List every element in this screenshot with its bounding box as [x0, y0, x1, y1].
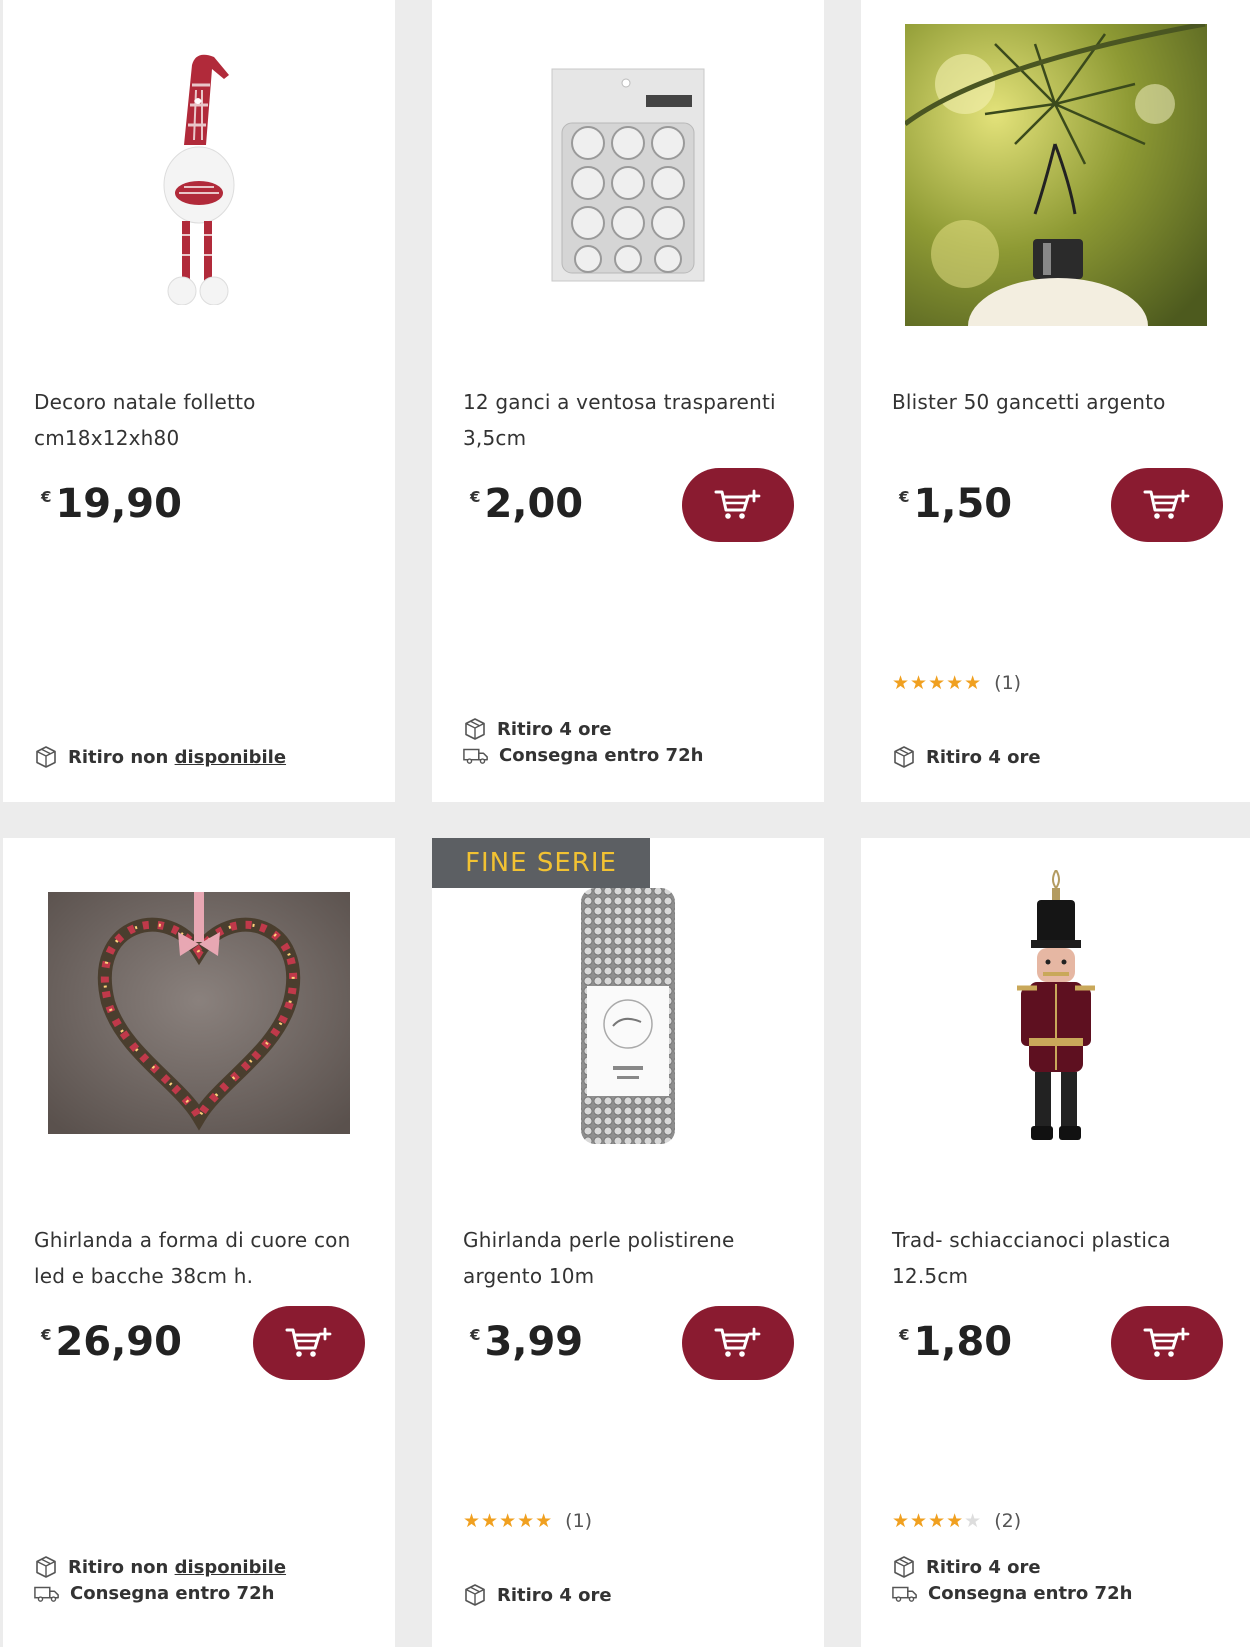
product-image-bead-garland[interactable] [432, 886, 824, 1146]
product-price: € 19,90 [41, 480, 182, 528]
star-rating-icons: ★★★★★ [892, 672, 983, 694]
pickup-status: Ritiro 4 ore [463, 717, 612, 741]
price-value: 19,90 [55, 481, 182, 527]
currency-symbol: € [470, 1326, 481, 1344]
pickup-status: Ritiro non disponibile [34, 1555, 286, 1579]
star-rating-icons: ★★★★★ [463, 1510, 554, 1532]
product-image-gnome[interactable] [3, 20, 395, 330]
add-to-cart-button[interactable] [682, 1306, 794, 1380]
price-value: 1,50 [913, 481, 1013, 527]
product-price: € 1,50 [899, 480, 1012, 528]
delivery-status: Consegna entro 72h [892, 1583, 1132, 1604]
cart-plus-icon [1143, 1326, 1191, 1360]
product-name[interactable]: Trad- schiaccianoci plastica 12.5cm [892, 1222, 1232, 1294]
star-rating-icons: ★★★★★ [892, 1510, 983, 1532]
product-name[interactable]: Blister 50 gancetti argento [892, 384, 1232, 420]
cart-plus-icon [285, 1326, 333, 1360]
truck-icon [892, 1585, 918, 1603]
currency-symbol: € [899, 488, 910, 506]
package-icon [463, 1583, 487, 1607]
product-name[interactable]: 12 ganci a ventosa trasparenti 3,5cm [463, 384, 803, 456]
price-value: 26,90 [55, 1319, 182, 1365]
product-price: € 1,80 [899, 1318, 1012, 1366]
unavailable-link[interactable]: disponibile [175, 747, 286, 768]
price-value: 1,80 [913, 1319, 1013, 1365]
delivery-status: Consegna entro 72h [463, 745, 703, 766]
product-rating[interactable]: ★★★★★ (1) [892, 672, 1021, 694]
add-to-cart-button[interactable] [1111, 1306, 1223, 1380]
product-card[interactable]: Trad- schiaccianoci plastica 12.5cm € 1,… [861, 838, 1250, 1647]
promo-badge: FINE SERIE [432, 838, 650, 888]
product-card[interactable]: FINE SERIE Ghirlanda perle polistirene a… [432, 838, 824, 1647]
truck-icon [463, 747, 489, 765]
price-value: 2,00 [484, 481, 584, 527]
product-image-nutcracker[interactable] [861, 870, 1250, 1160]
review-count[interactable]: (1) [565, 1510, 592, 1532]
price-value: 3,99 [484, 1319, 584, 1365]
pickup-status: Ritiro 4 ore [892, 1555, 1041, 1579]
add-to-cart-button[interactable] [1111, 468, 1223, 542]
cart-plus-icon [714, 488, 762, 522]
add-to-cart-button[interactable] [253, 1306, 365, 1380]
cart-plus-icon [714, 1326, 762, 1360]
product-price: € 2,00 [470, 480, 583, 528]
currency-symbol: € [899, 1326, 910, 1344]
package-icon [34, 1555, 58, 1579]
pickup-status: Ritiro 4 ore [892, 745, 1041, 769]
package-icon [892, 1555, 916, 1579]
truck-icon [34, 1585, 60, 1603]
review-count[interactable]: (1) [994, 672, 1021, 694]
package-icon [34, 745, 58, 769]
product-price: € 26,90 [41, 1318, 182, 1366]
product-name[interactable]: Ghirlanda a forma di cuore con led e bac… [34, 1222, 374, 1294]
product-image-suction-hooks[interactable] [432, 20, 824, 330]
currency-symbol: € [41, 1326, 52, 1344]
currency-symbol: € [41, 488, 52, 506]
package-icon [463, 717, 487, 741]
currency-symbol: € [470, 488, 481, 506]
product-card[interactable]: Decoro natale folletto cm18x12xh80 € 19,… [3, 0, 395, 802]
pickup-status: Ritiro non disponibile [34, 745, 286, 769]
product-image-heart-garland[interactable] [3, 858, 395, 1168]
product-rating[interactable]: ★★★★★ (1) [463, 1510, 592, 1532]
product-name[interactable]: Ghirlanda perle polistirene argento 10m [463, 1222, 803, 1294]
product-image-ornament-hook[interactable] [861, 20, 1250, 330]
product-price: € 3,99 [470, 1318, 583, 1366]
product-card[interactable]: Ghirlanda a forma di cuore con led e bac… [3, 838, 395, 1647]
cart-plus-icon [1143, 488, 1191, 522]
review-count[interactable]: (2) [994, 1510, 1021, 1532]
delivery-status: Consegna entro 72h [34, 1583, 274, 1604]
product-card[interactable]: Blister 50 gancetti argento € 1,50 ★★★★★… [861, 0, 1250, 802]
product-name[interactable]: Decoro natale folletto cm18x12xh80 [34, 384, 374, 456]
unavailable-link[interactable]: disponibile [175, 1557, 286, 1578]
product-card[interactable]: 12 ganci a ventosa trasparenti 3,5cm € 2… [432, 0, 824, 802]
product-rating[interactable]: ★★★★★ (2) [892, 1510, 1021, 1532]
add-to-cart-button[interactable] [682, 468, 794, 542]
pickup-status: Ritiro 4 ore [463, 1583, 612, 1607]
package-icon [892, 745, 916, 769]
